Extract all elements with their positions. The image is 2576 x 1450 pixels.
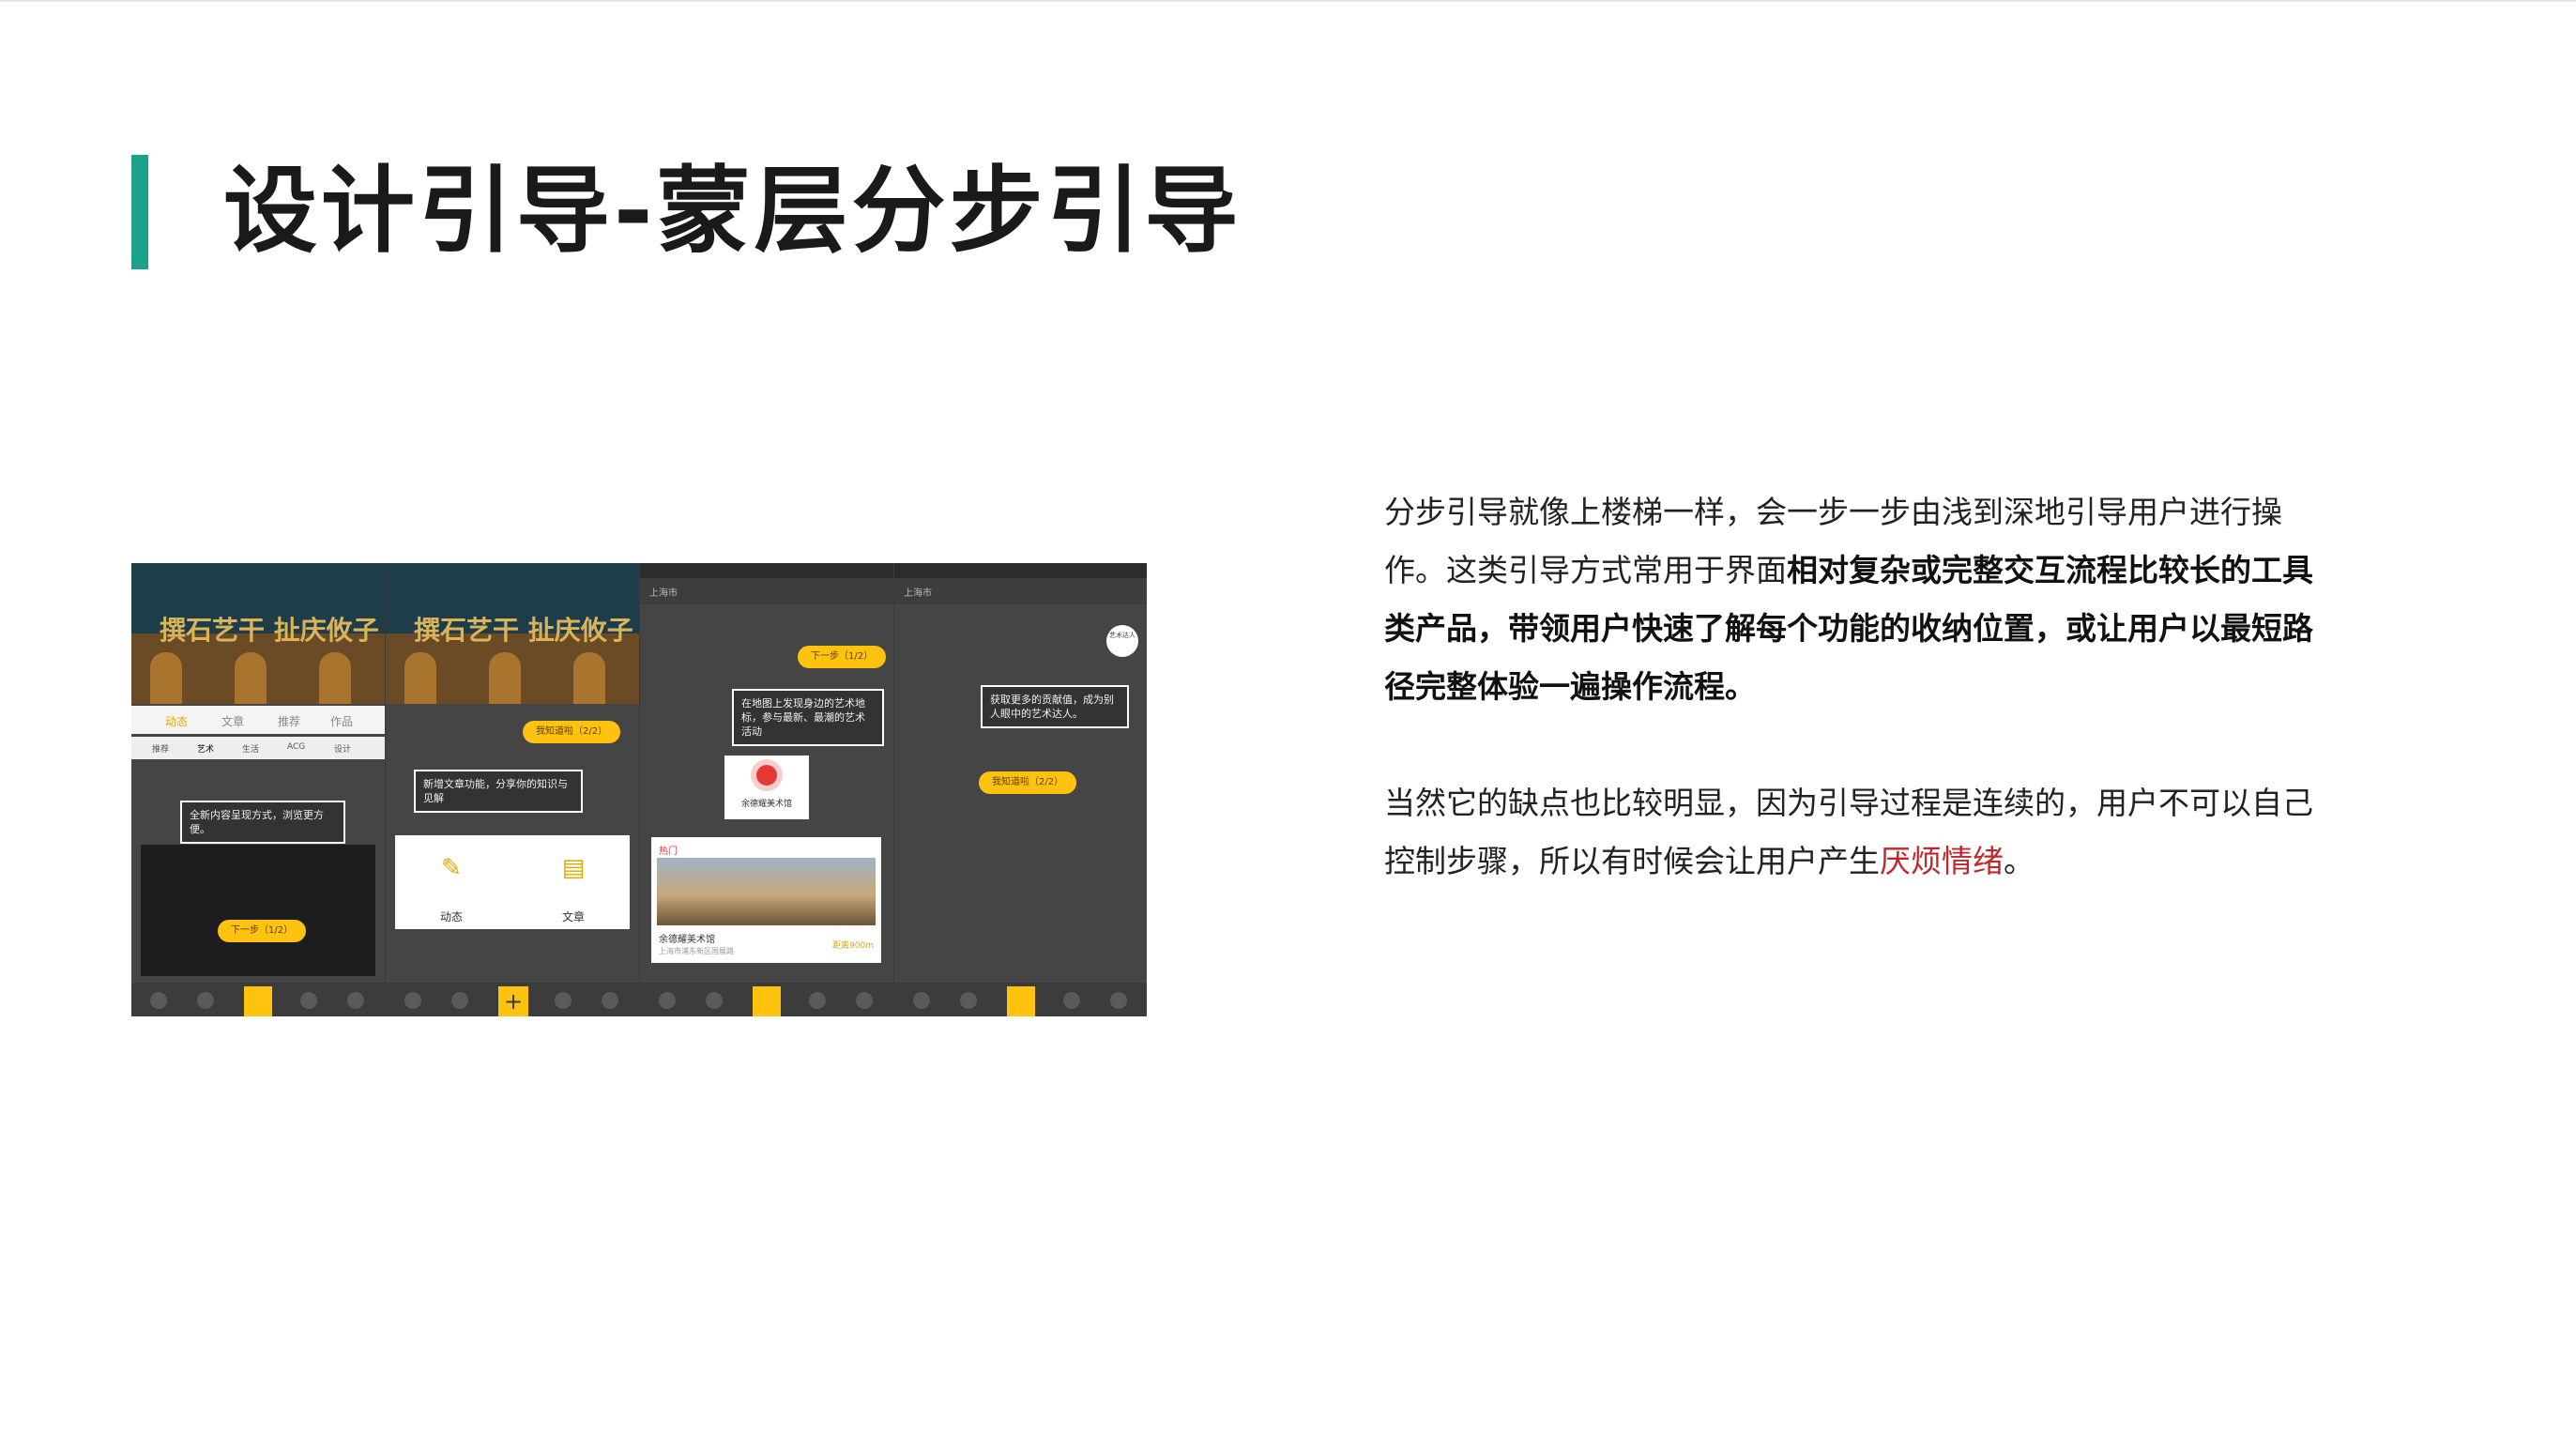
map-pin-icon bbox=[756, 765, 777, 786]
poster-banner: 撰石艺干 扯庆攸子 bbox=[131, 563, 385, 704]
slide-title: 设计引导-蒙层分步引导 bbox=[223, 156, 1242, 266]
add-icon[interactable] bbox=[244, 986, 272, 1016]
discover-icon[interactable] bbox=[451, 992, 468, 1009]
publish-panel: ✎ ▤ 动态 文章 bbox=[395, 835, 630, 929]
map-header: 上海市 bbox=[894, 578, 1147, 604]
add-icon[interactable] bbox=[753, 986, 781, 1016]
next-step-button[interactable]: 下一步（1/2） bbox=[798, 646, 887, 668]
venue-distance: 距离900m bbox=[832, 941, 874, 951]
bottom-tabbar: + bbox=[386, 983, 639, 1016]
location-label[interactable]: 上海市 bbox=[904, 585, 932, 599]
poster-text: 撰石艺干 扯庆攸子 bbox=[160, 615, 379, 646]
art-talent-button[interactable]: 艺术达人 bbox=[1106, 625, 1138, 657]
poster-text: 撰石艺干 扯庆攸子 bbox=[414, 615, 633, 646]
location-label[interactable]: 上海市 bbox=[649, 585, 678, 599]
phone-screen-1: 撰石艺干 扯庆攸子 动态 文章 推荐 作品 推荐 艺术 生活 ACG 设计 全新… bbox=[131, 563, 385, 1016]
paragraph-2: 当然它的缺点也比较明显，因为引导过程是连续的，用户不可以自己控制步骤，所以有时候… bbox=[1384, 785, 2313, 879]
guide-tip: 获取更多的贡献值，成为别人眼中的艺术达人。 bbox=[981, 685, 1129, 728]
profile-icon[interactable] bbox=[856, 992, 873, 1009]
got-it-button[interactable]: 我知道啦（2/2） bbox=[523, 721, 621, 743]
home-icon[interactable] bbox=[913, 992, 930, 1009]
message-icon[interactable] bbox=[809, 992, 826, 1009]
venue-address: 上海市浦东新区国展路 bbox=[659, 947, 734, 955]
phone-screen-4: 上海市 艺术达人 获取更多的贡献值，成为别人眼中的艺术达人。 我知道啦（2/2） bbox=[894, 563, 1147, 1016]
discover-icon[interactable] bbox=[197, 992, 214, 1009]
map-pin-card[interactable]: 余德耀美术馆 bbox=[724, 756, 809, 819]
subtab-life[interactable]: 生活 bbox=[242, 742, 259, 755]
bottom-tabbar bbox=[131, 983, 385, 1016]
plus-button[interactable]: + bbox=[498, 986, 528, 1016]
subtab-acg[interactable]: ACG bbox=[287, 742, 305, 752]
poster-figure bbox=[489, 652, 521, 704]
profile-icon[interactable] bbox=[1110, 992, 1127, 1009]
top-divider bbox=[0, 0, 2576, 2]
hot-tag: 热门 bbox=[659, 847, 678, 857]
venue-card[interactable]: 热门 余德耀美术馆 上海市浦东新区国展路 距离900m bbox=[651, 837, 881, 963]
bottom-tabbar bbox=[894, 983, 1147, 1016]
guide-tip: 在地图上发现身边的艺术地标，参与最新、最潮的艺术活动 bbox=[732, 689, 884, 746]
map-header: 上海市 bbox=[640, 578, 893, 604]
venue-photo bbox=[657, 858, 876, 925]
next-step-button[interactable]: 下一步（1/2） bbox=[218, 920, 307, 942]
option-article-label: 文章 bbox=[562, 910, 586, 923]
message-icon[interactable] bbox=[1063, 992, 1080, 1009]
poster-banner: 撰石艺干 扯庆攸子 bbox=[386, 563, 639, 704]
subtab-recommend[interactable]: 推荐 bbox=[152, 742, 169, 755]
bottom-tabbar bbox=[640, 983, 893, 1016]
venue-name: 余德耀美术馆 bbox=[659, 935, 715, 945]
subtab-art[interactable]: 艺术 bbox=[197, 742, 214, 755]
discover-icon[interactable] bbox=[960, 992, 977, 1009]
title-accent-bar bbox=[131, 155, 148, 269]
subtab-design[interactable]: 设计 bbox=[334, 742, 351, 755]
article-icon[interactable]: ▤ bbox=[541, 835, 606, 901]
status-bar bbox=[894, 563, 1147, 578]
phone-screen-2: 撰石艺干 扯庆攸子 我知道啦（2/2） 新增文章功能，分享你的知识与见解 ✎ ▤… bbox=[386, 563, 639, 1016]
tab-recommend[interactable]: 推荐 bbox=[278, 713, 300, 729]
home-icon[interactable] bbox=[150, 992, 167, 1009]
tab-article[interactable]: 文章 bbox=[221, 713, 244, 729]
tab-works[interactable]: 作品 bbox=[330, 713, 353, 729]
poster-figure bbox=[404, 652, 436, 704]
option-dynamic-label: 动态 bbox=[440, 910, 464, 923]
poster-figure bbox=[150, 652, 182, 704]
status-bar bbox=[640, 563, 893, 578]
pin-label: 余德耀美术馆 bbox=[740, 800, 792, 809]
poster-figure bbox=[235, 652, 267, 704]
message-icon[interactable] bbox=[300, 992, 317, 1009]
discover-icon[interactable] bbox=[706, 992, 723, 1009]
got-it-button[interactable]: 我知道啦（2/2） bbox=[979, 771, 1077, 794]
guide-tip: 全新内容呈现方式，浏览更方便。 bbox=[180, 801, 345, 844]
guide-tip: 新增文章功能，分享你的知识与见解 bbox=[414, 770, 583, 813]
guide-screenshots: 撰石艺干 扯庆攸子 动态 文章 推荐 作品 推荐 艺术 生活 ACG 设计 全新… bbox=[131, 563, 1147, 1016]
body-text: 分步引导就像上楼梯一样，会一步一步由浅到深地引导用户进行操作。这类引导方式常用于… bbox=[1384, 483, 2341, 891]
message-icon[interactable] bbox=[555, 992, 572, 1009]
highlighted-text: 厌烦情绪 bbox=[1880, 843, 2004, 879]
tab-dynamic[interactable]: 动态 bbox=[165, 713, 188, 729]
phone-screen-3: 上海市 下一步（1/2） 在地图上发现身边的艺术地标，参与最新、最潮的艺术活动 … bbox=[640, 563, 893, 1016]
feed-card bbox=[141, 845, 375, 976]
dynamic-icon[interactable]: ✎ bbox=[419, 835, 484, 901]
category-tabs: 推荐 艺术 生活 ACG 设计 bbox=[131, 737, 385, 759]
poster-figure bbox=[573, 652, 605, 704]
paragraph-1: 分步引导就像上楼梯一样，会一步一步由浅到深地引导用户进行操作。这类引导方式常用于… bbox=[1384, 494, 2313, 705]
home-icon[interactable] bbox=[404, 992, 421, 1009]
profile-icon[interactable] bbox=[347, 992, 364, 1009]
profile-icon[interactable] bbox=[602, 992, 618, 1009]
poster-figure bbox=[319, 652, 351, 704]
home-icon[interactable] bbox=[659, 992, 676, 1009]
content-tabs: 动态 文章 推荐 作品 bbox=[131, 706, 385, 734]
add-icon[interactable] bbox=[1007, 986, 1035, 1016]
